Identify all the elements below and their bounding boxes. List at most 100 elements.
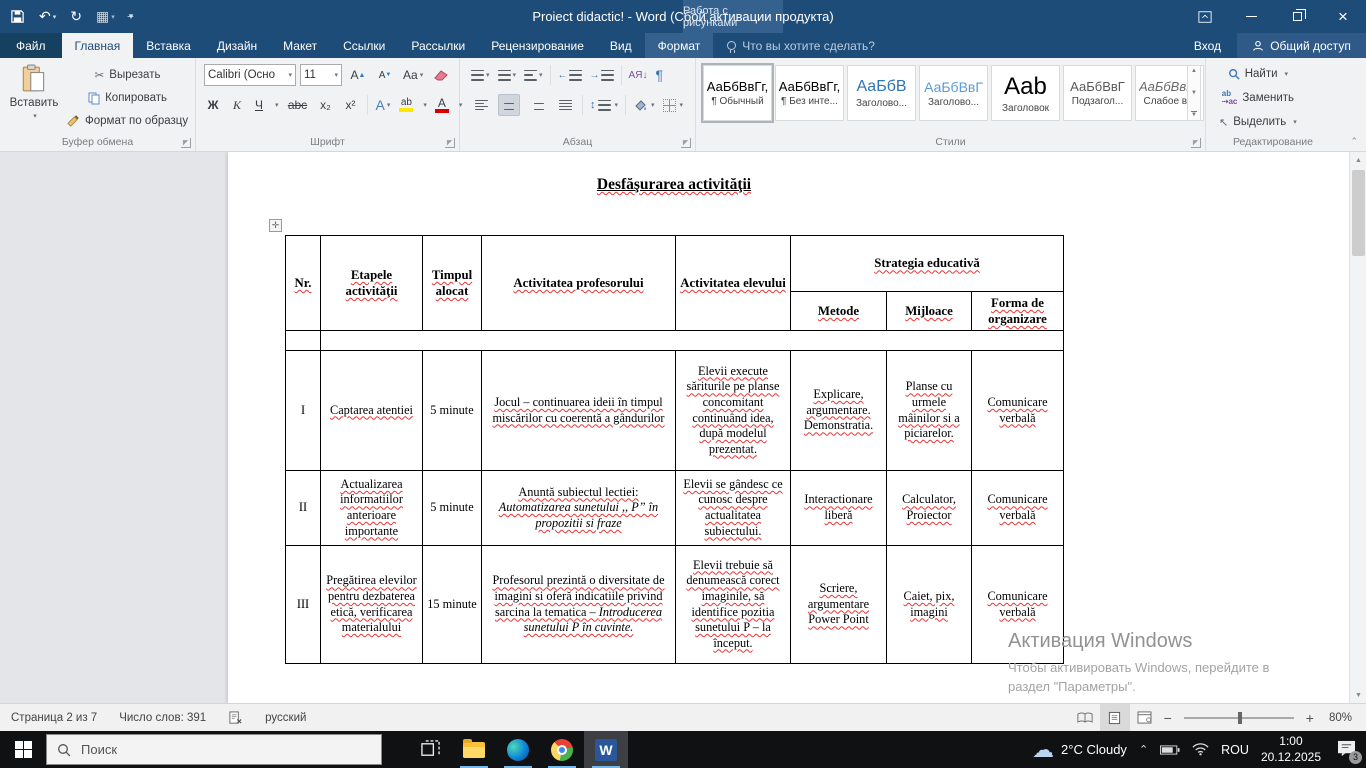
keyboard-language[interactable]: ROU (1221, 743, 1249, 757)
proofing-status-icon[interactable] (217, 711, 254, 725)
read-mode-icon[interactable] (1070, 704, 1100, 731)
edge-button[interactable] (496, 731, 540, 768)
restore-button[interactable] (1274, 0, 1320, 33)
highlight-dropdown-arrow[interactable]: ▾ (423, 101, 427, 109)
redo-icon[interactable]: ↻ (70, 8, 82, 25)
tab-mailings[interactable]: Рассылки (398, 33, 478, 58)
web-layout-icon[interactable] (1130, 704, 1160, 731)
vertical-scrollbar[interactable]: ▲ ▼ (1349, 152, 1366, 703)
align-center-button[interactable] (498, 94, 520, 116)
sign-in-button[interactable]: Вход (1178, 39, 1237, 53)
style-heading1[interactable]: АаБбВЗаголово... (847, 65, 916, 121)
table-move-handle-icon[interactable]: ✛ (269, 219, 282, 232)
customize-qat-icon[interactable]: ▾̶ (129, 11, 134, 22)
notification-center-button[interactable]: 3 (1337, 740, 1356, 760)
style-no-spacing[interactable]: АаБбВвГг,¶ Без инте... (775, 65, 844, 121)
hidden-icons-chevron[interactable]: ⌃ (1139, 743, 1148, 756)
document-page[interactable]: Desfăşurarea activităţii ✛ Nr. Etapele a… (228, 152, 1349, 703)
tab-references[interactable]: Ссылки (330, 33, 398, 58)
task-view-button[interactable] (408, 731, 452, 768)
styles-gallery-expand-icon[interactable]: ▼ (1191, 111, 1197, 118)
print-layout-icon[interactable] (1100, 704, 1130, 731)
bullets-button[interactable]: ▾ (470, 64, 491, 86)
cut-button[interactable]: ✂Вырезать (66, 64, 189, 86)
scroll-down-icon[interactable]: ▼ (1350, 687, 1366, 703)
zoom-slider[interactable] (1184, 717, 1294, 719)
zoom-out-button[interactable]: − (1160, 710, 1176, 726)
shrink-font-button[interactable]: А▼ (374, 64, 396, 86)
bold-button[interactable]: Ж (204, 94, 222, 116)
font-dialog-launcher-icon[interactable]: ◢ (445, 138, 455, 148)
underline-dropdown-arrow[interactable]: ▾ (275, 101, 279, 109)
numbering-button[interactable]: ▾ (497, 64, 518, 86)
style-subtitle[interactable]: АаБбВвГПодзагол... (1063, 65, 1132, 121)
undo-icon[interactable]: ↶▾ (39, 8, 56, 25)
clipboard-dialog-launcher-icon[interactable]: ◢ (181, 138, 191, 148)
font-size-select[interactable]: 11▾ (300, 64, 342, 86)
tab-file[interactable]: Файл (0, 33, 62, 58)
tab-format[interactable]: Формат (645, 33, 714, 58)
paste-button[interactable]: Вставить ▾ (6, 63, 62, 129)
save-icon[interactable] (10, 9, 25, 24)
language-indicator[interactable]: русский (254, 712, 317, 724)
decrease-indent-button[interactable]: ← (557, 64, 583, 86)
superscript-button[interactable]: x² (342, 94, 360, 116)
minimize-button[interactable] (1228, 0, 1274, 33)
share-button[interactable]: Общий доступ (1237, 33, 1366, 58)
battery-icon[interactable] (1160, 744, 1180, 756)
styles-scroll-up-icon[interactable]: ▲ (1191, 68, 1197, 74)
font-family-select[interactable]: Calibri (Осно▾ (204, 64, 296, 86)
scroll-up-icon[interactable]: ▲ (1350, 152, 1366, 168)
borders-button[interactable]: ▾ (662, 94, 685, 116)
page-indicator[interactable]: Страница 2 из 7 (0, 712, 108, 724)
taskbar-search-input[interactable]: Поиск (46, 734, 382, 765)
word-count[interactable]: Число слов: 391 (108, 712, 217, 724)
paragraph-dialog-launcher-icon[interactable]: ◢ (681, 138, 691, 148)
wifi-icon[interactable] (1192, 743, 1209, 756)
tab-layout[interactable]: Макет (270, 33, 330, 58)
scrollbar-thumb[interactable] (1352, 170, 1365, 256)
styles-scroll-down-icon[interactable]: ▼ (1191, 90, 1197, 96)
style-heading2[interactable]: АаБбВвГЗаголово... (919, 65, 988, 121)
collapse-ribbon-icon[interactable]: ⌃ (1350, 136, 1358, 147)
close-button[interactable]: × (1320, 0, 1366, 33)
styles-dialog-launcher-icon[interactable]: ◢ (1191, 138, 1201, 148)
zoom-in-button[interactable]: + (1302, 710, 1318, 726)
format-painter-button[interactable]: Формат по образцу (66, 110, 189, 132)
justify-button[interactable] (554, 94, 576, 116)
highlight-button[interactable]: ab (398, 94, 414, 116)
underline-button[interactable]: Ч (252, 94, 266, 116)
replace-button[interactable]: ab⇢ac Заменить (1218, 87, 1298, 109)
style-normal[interactable]: АаБбВвГг,¶ Обычный (703, 65, 772, 121)
table-borders-icon[interactable]: ▦▾ (96, 8, 115, 25)
subscript-button[interactable]: x₂ (317, 94, 335, 116)
text-effects-button[interactable]: А▾ (375, 94, 392, 116)
tab-insert[interactable]: Вставка (133, 33, 204, 58)
weather-widget[interactable]: ☁ 2°C Cloudy (1032, 739, 1127, 761)
italic-button[interactable]: К (229, 94, 245, 116)
copy-button[interactable]: Копировать (66, 87, 189, 109)
zoom-slider-handle[interactable] (1238, 712, 1242, 724)
shading-button[interactable]: ▾ (632, 94, 656, 116)
zoom-level[interactable]: 80% (1318, 712, 1366, 724)
multilevel-list-button[interactable]: ▾ (523, 64, 544, 86)
clear-formatting-button[interactable] (430, 64, 452, 86)
ribbon-display-options-icon[interactable] (1182, 0, 1228, 33)
find-button[interactable]: Найти▾ (1218, 63, 1298, 85)
clock[interactable]: 1:00 20.12.2025 (1261, 734, 1321, 765)
strikethrough-button[interactable]: abc (286, 94, 310, 116)
increase-indent-button[interactable]: → (589, 64, 615, 86)
file-explorer-button[interactable] (452, 731, 496, 768)
align-left-button[interactable] (470, 94, 492, 116)
sort-button[interactable]: АЯ↓ (628, 64, 649, 86)
line-spacing-button[interactable]: ↕▾ (589, 94, 619, 116)
lesson-table[interactable]: Nr. Etapele activităţii Timpul alocat Ac… (285, 235, 1064, 664)
tab-design[interactable]: Дизайн (204, 33, 270, 58)
tab-review[interactable]: Рецензирование (478, 33, 597, 58)
chrome-button[interactable] (540, 731, 584, 768)
select-button[interactable]: ↖ Выделить▾ (1218, 111, 1298, 133)
show-marks-button[interactable]: ¶ (654, 64, 664, 86)
font-color-button[interactable]: А (434, 94, 450, 116)
tab-home[interactable]: Главная (62, 33, 134, 58)
change-case-button[interactable]: Aa▾ (400, 64, 426, 86)
